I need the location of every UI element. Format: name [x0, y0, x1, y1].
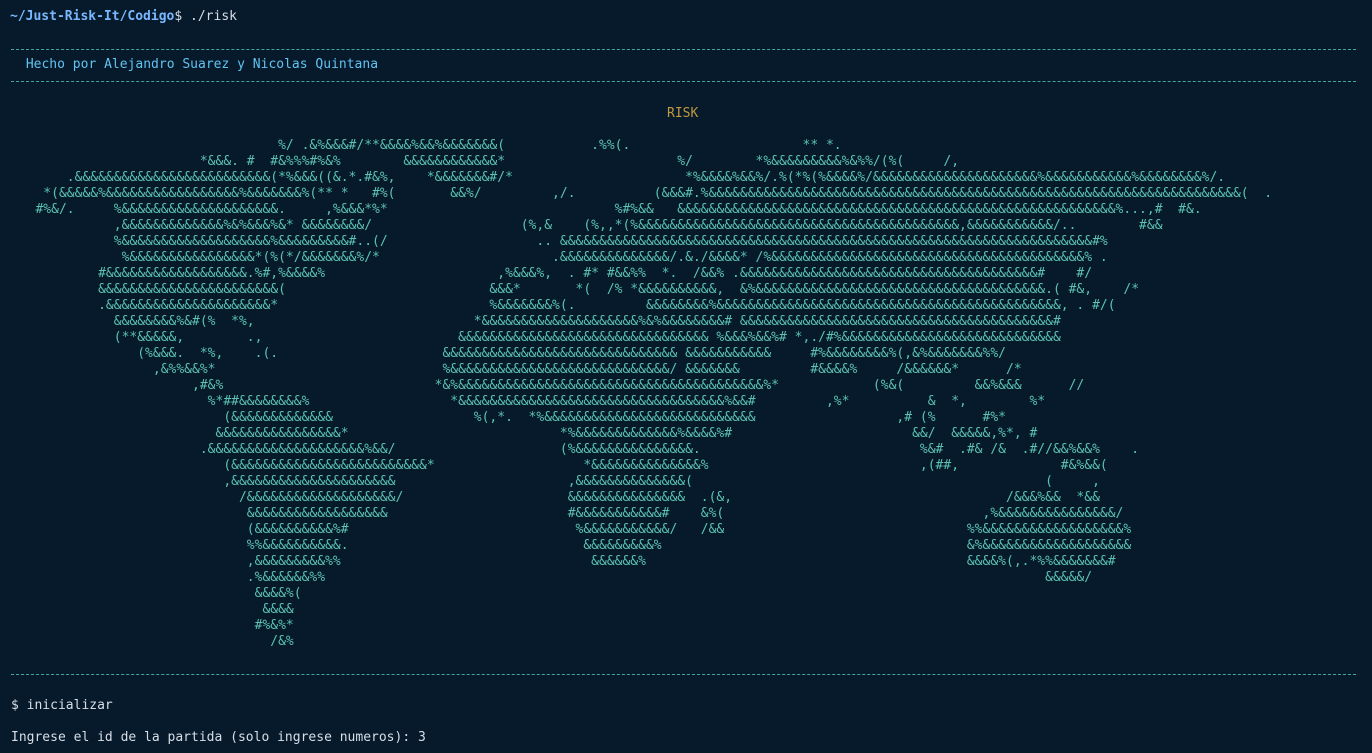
prompt-command: $ ./risk — [174, 9, 237, 24]
credits-text: Hecho por Alejandro Suarez y Nicolas Qui… — [18, 57, 379, 72]
shell-prompt: ~/Just-Risk-It/Codigo$ ./risk — [10, 9, 237, 25]
game-title: RISK — [667, 106, 699, 121]
separator-credits — [11, 81, 1356, 82]
world-map-text: %/ .&%&&&#/**&&&&%&&%&&&&&&&( .%%(. ** *… — [35, 138, 1273, 649]
input-prompt-line[interactable]: Ingrese el id de la partida (solo ingres… — [11, 730, 426, 746]
world-map-ascii: %/ .&%&&&#/**&&&&%&&%&&&&&&&( .%%(. ** *… — [12, 138, 1357, 650]
separator-bottom — [11, 674, 1356, 675]
command-line: $ inicializar — [11, 698, 113, 713]
prompt-path: ~/Just-Risk-It/Codigo — [10, 9, 175, 24]
separator-top — [11, 49, 1356, 50]
